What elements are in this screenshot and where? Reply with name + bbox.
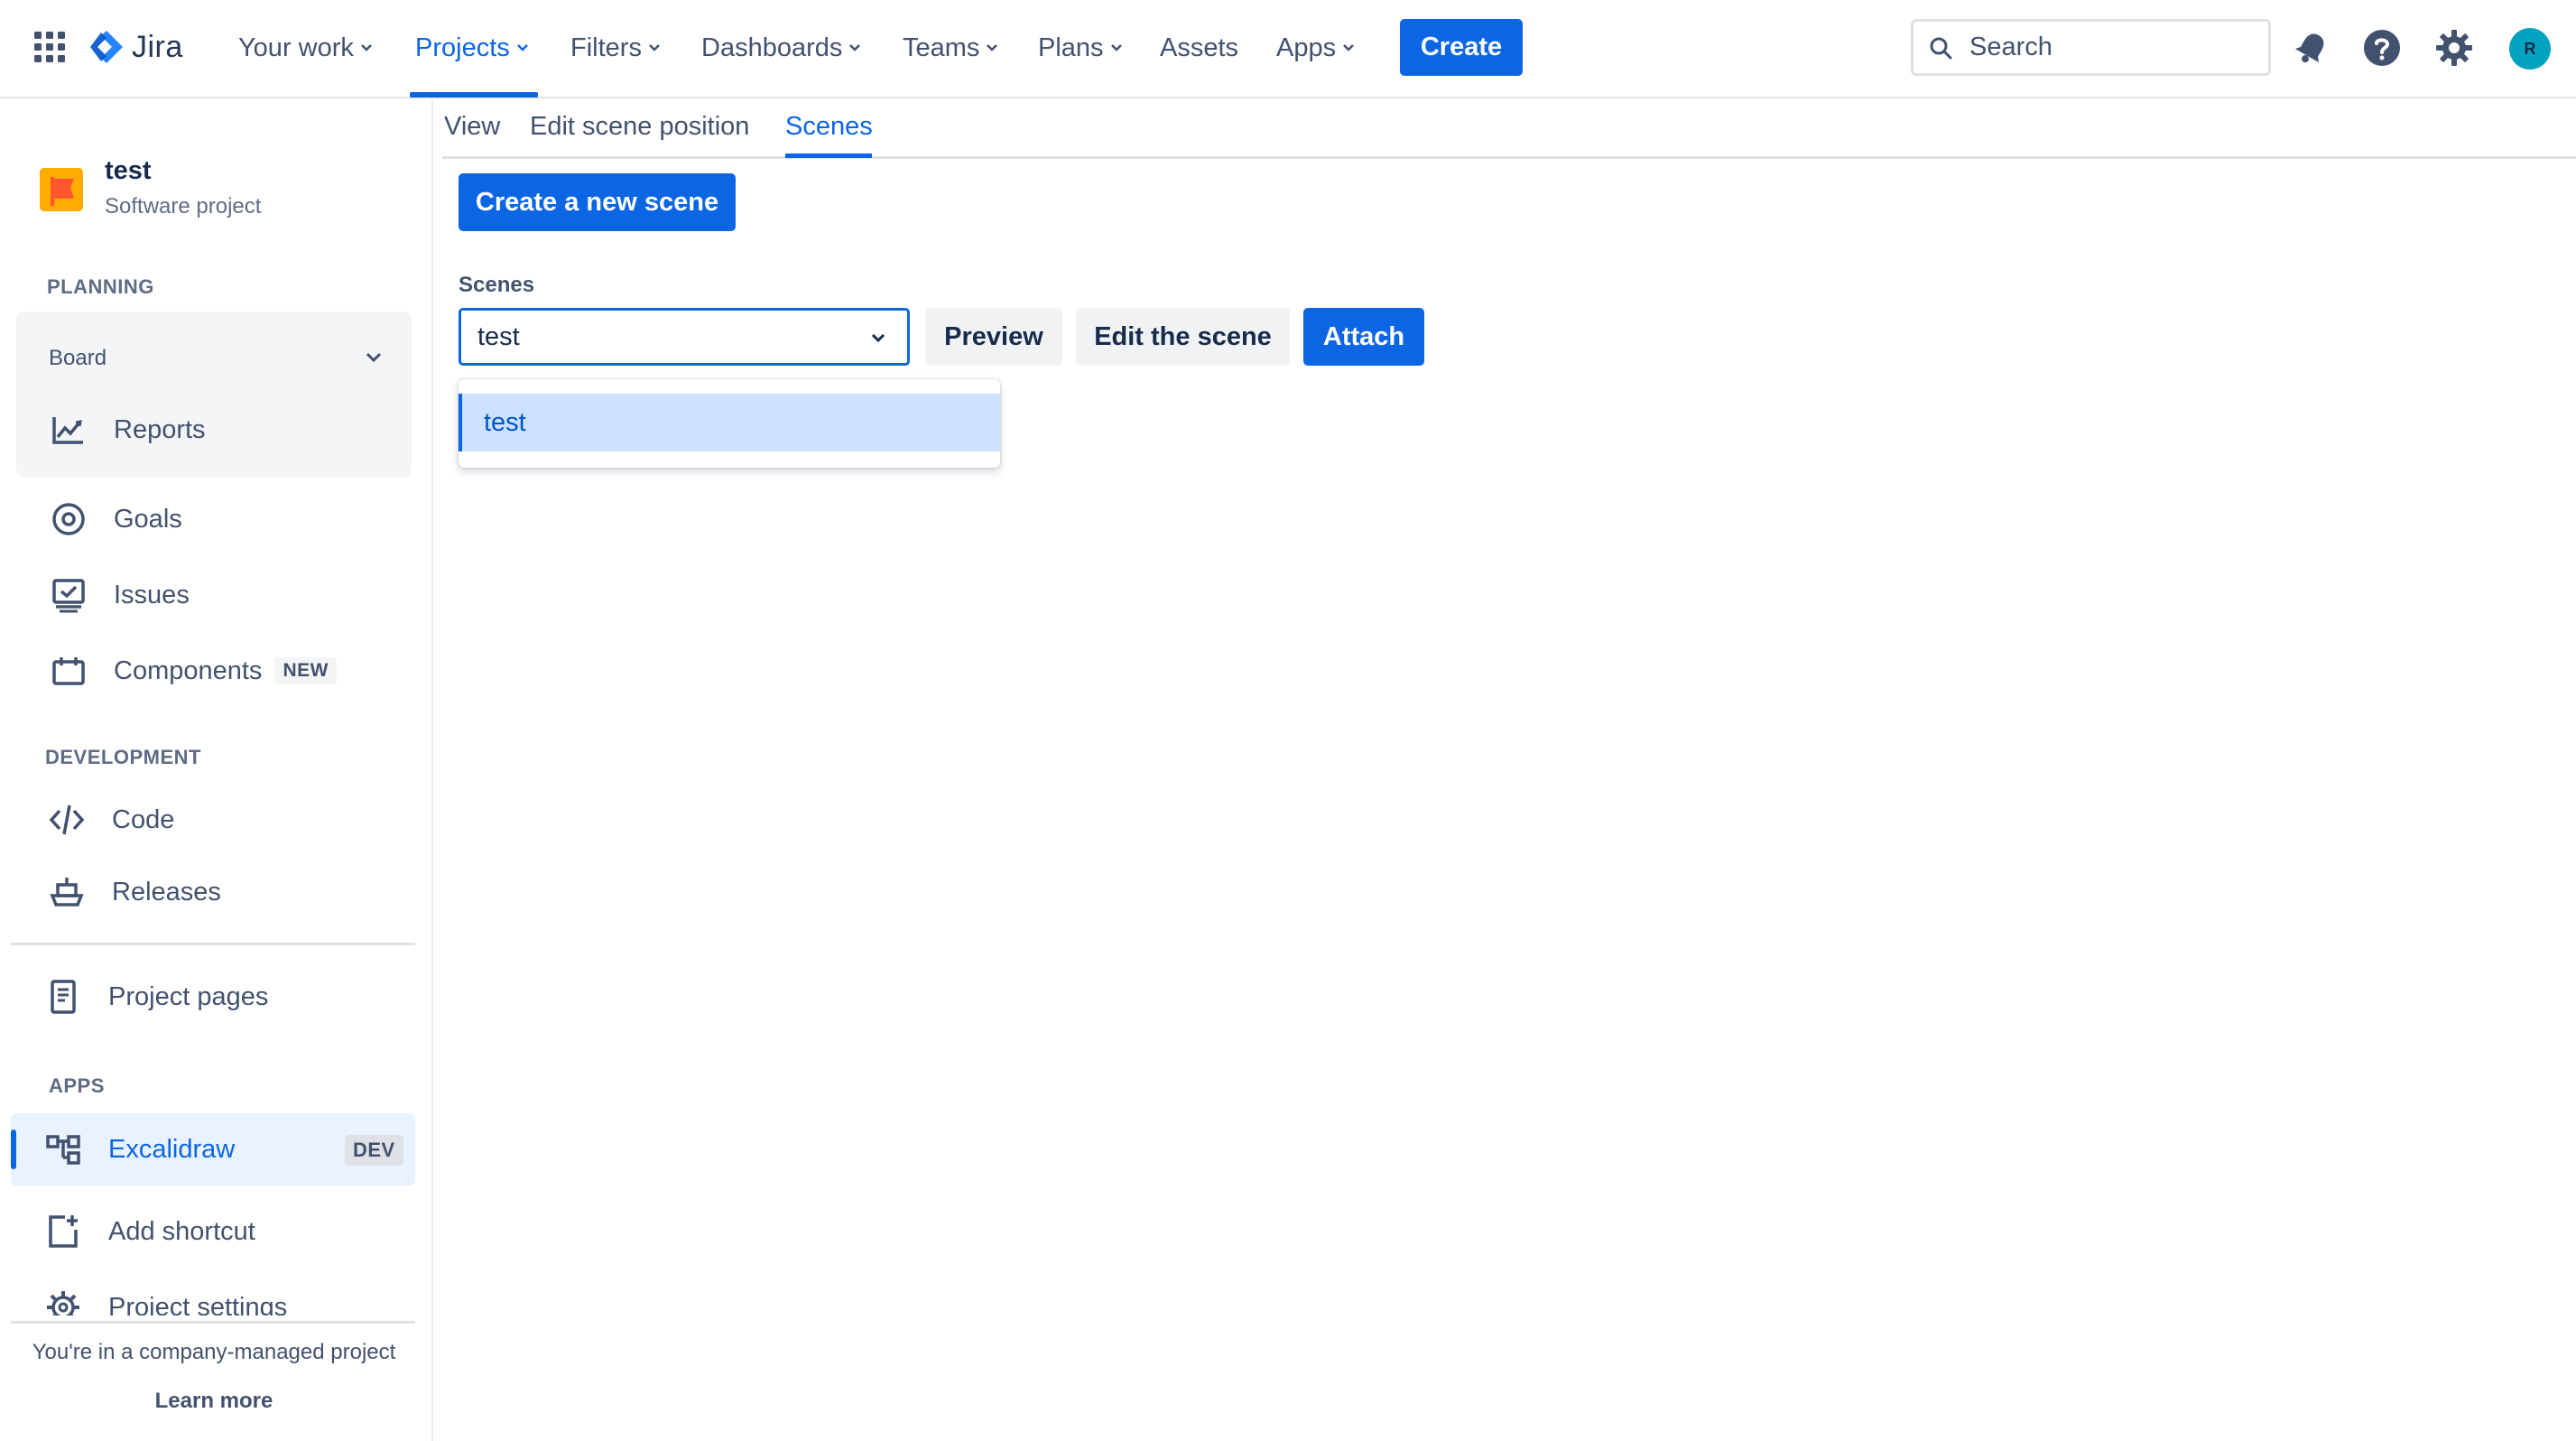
- excalidraw-icon: [45, 1131, 81, 1167]
- sidebar-item-components[interactable]: Components NEW: [51, 650, 337, 692]
- issues-icon: [51, 577, 87, 613]
- add-shortcut-icon: [45, 1213, 81, 1250]
- sidebar-item-project-pages[interactable]: Project pages: [45, 976, 268, 1018]
- nav-plans[interactable]: Plans: [1038, 27, 1124, 69]
- project-name: test: [105, 156, 152, 185]
- attach-button[interactable]: Attach: [1303, 308, 1424, 366]
- sidebar-item-issues[interactable]: Issues: [51, 574, 190, 616]
- planning-heading: PLANNING: [47, 275, 154, 298]
- active-tab-indicator: [785, 153, 872, 158]
- sidebar-item-label: Releases: [112, 877, 221, 906]
- user-avatar[interactable]: R: [2509, 28, 2551, 70]
- nav-your-work[interactable]: Your work: [238, 27, 374, 69]
- sidebar-item-label: Excalidraw: [108, 1134, 236, 1164]
- development-heading: DEVELOPMENT: [45, 746, 201, 768]
- page-icon: [45, 979, 81, 1015]
- apps-heading: APPS: [49, 1074, 105, 1097]
- learn-more-link[interactable]: Learn more: [0, 1389, 428, 1414]
- sidebar-item-reports[interactable]: Reports: [51, 409, 206, 451]
- scene-select[interactable]: test: [459, 308, 910, 366]
- tab-scenes[interactable]: Scenes: [785, 112, 873, 142]
- search-field[interactable]: [1911, 19, 2271, 76]
- company-managed-note: You're in a company-managed project: [32, 1340, 396, 1364]
- scene-dropdown-menu: test: [459, 379, 1000, 468]
- project-avatar: [40, 168, 83, 211]
- flag-icon: [40, 168, 83, 211]
- footer-divider: [11, 1321, 415, 1324]
- tab-view[interactable]: View: [444, 112, 500, 142]
- search-input[interactable]: [1969, 33, 2258, 62]
- app-switcher-icon[interactable]: [34, 32, 65, 62]
- new-badge: NEW: [274, 657, 337, 684]
- sidebar-item-label: Goals: [114, 504, 182, 534]
- settings-gear-icon[interactable]: [2434, 28, 2474, 68]
- target-icon: [51, 501, 87, 537]
- sidebar-item-goals[interactable]: Goals: [51, 498, 182, 540]
- chevron-down-icon: [849, 44, 861, 51]
- nav-filters[interactable]: Filters: [570, 27, 662, 69]
- sidebar-divider: [11, 943, 415, 945]
- active-item-indicator: [11, 1130, 16, 1169]
- dev-badge: DEV: [345, 1135, 403, 1166]
- nav-your-work-label: Your work: [238, 33, 354, 62]
- chevron-down-icon: [1343, 44, 1354, 51]
- ship-icon: [49, 874, 85, 910]
- chevron-down-icon: [871, 333, 885, 343]
- board-group: [16, 311, 412, 478]
- sidebar-item-label: Code: [112, 804, 175, 834]
- edit-scene-button[interactable]: Edit the scene: [1076, 308, 1290, 366]
- chevron-down-icon: [987, 44, 998, 51]
- nav-assets-label: Assets: [1160, 33, 1239, 62]
- board-selector[interactable]: Board: [49, 346, 107, 371]
- chevron-down-icon: [516, 44, 528, 51]
- chevron-down-icon: [361, 44, 372, 51]
- nav-active-indicator: [410, 92, 538, 98]
- nav-projects[interactable]: Projects: [415, 27, 530, 69]
- top-navigation: Jira Your work Projects Filters Dashboar…: [0, 0, 2576, 98]
- chart-line-icon: [51, 412, 87, 448]
- nav-teams[interactable]: Teams: [903, 27, 999, 69]
- tab-edit-scene-position[interactable]: Edit scene position: [530, 112, 749, 142]
- sidebar-item-label: Reports: [114, 414, 206, 444]
- scenes-field-label: Scenes: [459, 273, 535, 297]
- nav-apps[interactable]: Apps: [1276, 27, 1356, 69]
- help-icon[interactable]: [2362, 28, 2402, 68]
- nav-dashboards[interactable]: Dashboards: [701, 27, 862, 69]
- nav-filters-label: Filters: [570, 33, 642, 62]
- create-button[interactable]: Create: [1400, 19, 1523, 76]
- nav-apps-label: Apps: [1276, 33, 1337, 62]
- sidebar-footer: [0, 1315, 431, 1441]
- sidebar-item-releases[interactable]: Releases: [49, 871, 221, 913]
- dropdown-option[interactable]: test: [459, 394, 1000, 451]
- sidebar-item-label: Add shortcut: [108, 1216, 255, 1246]
- chevron-down-icon: [1110, 44, 1122, 51]
- nav-plans-label: Plans: [1038, 33, 1104, 62]
- nav-dashboards-label: Dashboards: [701, 33, 843, 62]
- nav-projects-label: Projects: [415, 33, 510, 62]
- jira-logo[interactable]: Jira: [88, 27, 183, 67]
- notifications-icon[interactable]: [2292, 28, 2331, 68]
- scene-select-value: test: [477, 321, 520, 351]
- chevron-down-icon[interactable]: [363, 347, 385, 368]
- sidebar-item-label: Issues: [114, 580, 190, 609]
- chevron-down-icon: [649, 44, 660, 51]
- preview-button[interactable]: Preview: [925, 308, 1062, 366]
- components-icon: [51, 653, 87, 689]
- code-icon: [49, 802, 85, 838]
- nav-teams-label: Teams: [903, 33, 980, 62]
- create-new-scene-button[interactable]: Create a new scene: [459, 173, 736, 231]
- sidebar-item-code[interactable]: Code: [49, 799, 174, 841]
- project-sidebar: test Software project PLANNING Board Rep…: [0, 100, 433, 1441]
- project-type: Software project: [105, 194, 262, 218]
- search-icon: [1930, 37, 1952, 59]
- sidebar-item-excalidraw[interactable]: Excalidraw: [45, 1129, 235, 1170]
- logo-text: Jira: [132, 29, 183, 64]
- nav-assets[interactable]: Assets: [1160, 27, 1238, 69]
- tabs-divider: [442, 156, 2576, 159]
- sidebar-item-label: Project pages: [108, 981, 269, 1011]
- jira-logo-icon: [90, 31, 123, 63]
- sidebar-item-label: Components: [114, 655, 263, 685]
- sidebar-item-add-shortcut[interactable]: Add shortcut: [45, 1211, 255, 1252]
